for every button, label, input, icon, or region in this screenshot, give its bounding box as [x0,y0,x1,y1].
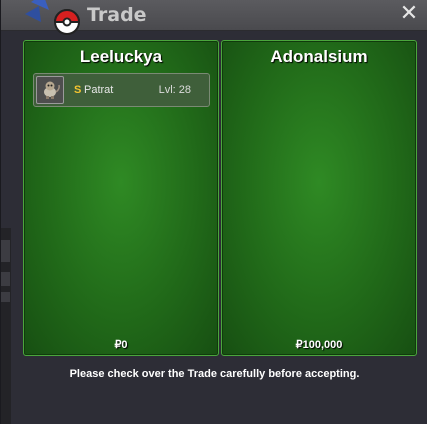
trade-notice: Please check over the Trade carefully be… [69,368,360,380]
window-title: Trade [87,4,147,26]
close-button[interactable]: ✕ [398,3,420,25]
trade-window: Trade ✕ Leeluckya S Patrat Lvl: 28 ₽0 Ad… [0,0,427,424]
shiny-coin-icon: S [74,84,82,96]
money-amount: ₽100,000 [295,339,343,351]
money-amount: ₽0 [114,339,128,351]
title-bar[interactable]: Trade ✕ [1,0,427,35]
patrat-sprite-icon [36,76,64,104]
player-name: Adonalsium [270,47,368,66]
trade-item-row[interactable]: S Patrat Lvl: 28 [33,73,210,107]
player-name: Leeluckya [79,47,163,66]
item-level: Lvl: 28 [158,84,191,96]
pokeball-logo-icon [25,0,81,35]
background-edge [1,228,11,424]
item-name: Patrat [84,84,114,96]
trade-panel-partner: Adonalsium ₽100,000 [221,40,417,356]
trade-panel-self: Leeluckya S Patrat Lvl: 28 ₽0 [23,40,219,356]
